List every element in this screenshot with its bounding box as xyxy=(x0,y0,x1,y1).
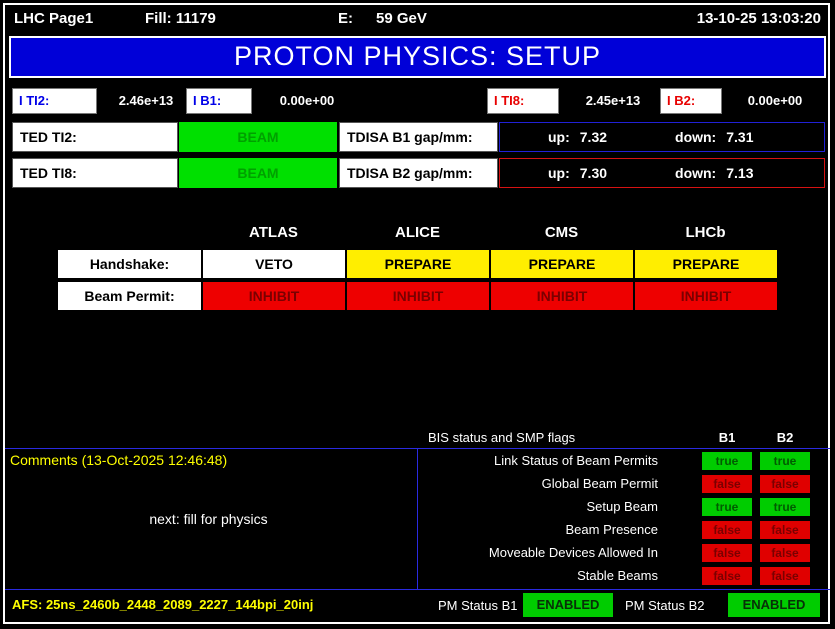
bis-row-label: Setup Beam xyxy=(586,499,658,514)
bis-flag-b1: true xyxy=(702,452,752,470)
beam-permit-row-label: Beam Permit: xyxy=(57,281,202,311)
handshake-atlas: VETO xyxy=(202,249,346,279)
lhc-page1-display: LHC Page1 Fill: 11179 E: 59 GeV 13-10-25… xyxy=(0,0,835,629)
bis-row-label: Link Status of Beam Permits xyxy=(493,453,658,468)
column-cms: CMS xyxy=(544,224,579,241)
handshake-row-label: Handshake: xyxy=(57,249,202,279)
energy-value: 59 GeV xyxy=(376,10,427,27)
ted-ti2-status: BEAM xyxy=(179,122,337,152)
tdisa-b1-up-value: 7.32 xyxy=(579,129,608,145)
pm-status-b2-label: PM Status B2 xyxy=(625,598,705,613)
bis-flag-b2: true xyxy=(760,498,810,516)
beam-permit-cms: INHIBIT xyxy=(490,281,634,311)
intensity-b2-label: I B2: xyxy=(660,88,722,114)
pm-status-b1-value: ENABLED xyxy=(523,593,613,617)
bis-title: BIS status and SMP flags xyxy=(428,430,576,445)
bis-flag-b1: false xyxy=(702,567,752,585)
intensity-ti2-value: 2.46e+13 xyxy=(118,93,174,108)
bis-flag-b1: false xyxy=(702,544,752,562)
energy-label: E: xyxy=(338,10,353,27)
tdisa-b1-up-label: up: xyxy=(548,129,570,145)
beam-permit-atlas: INHIBIT xyxy=(202,281,346,311)
page-title: LHC Page1 xyxy=(14,10,94,27)
tdisa-b2-gap-label: TDISA B2 gap/mm: xyxy=(339,158,498,188)
bis-row-label: Global Beam Permit xyxy=(541,476,658,491)
bis-b2-header: B2 xyxy=(776,430,794,445)
bis-row-label: Beam Presence xyxy=(565,522,659,537)
beam-permit-lhcb: INHIBIT xyxy=(634,281,778,311)
tdisa-b2-gap-values: up: 7.30 down: 7.13 xyxy=(499,158,825,188)
intensity-b1-value: 0.00e+00 xyxy=(279,93,335,108)
comments-title: Comments (13-Oct-2025 12:46:48) xyxy=(10,452,228,468)
tdisa-b1-gap-values: up: 7.32 down: 7.31 xyxy=(499,122,825,152)
mode-banner: PROTON PHYSICS: SETUP xyxy=(9,36,826,78)
ted-ti8-status: BEAM xyxy=(179,158,337,188)
bis-row-label: Stable Beams xyxy=(577,568,658,583)
footer-divider xyxy=(5,589,830,590)
intensity-ti8-value: 2.45e+13 xyxy=(585,93,641,108)
handshake-lhcb: PREPARE xyxy=(634,249,778,279)
intensity-b2-value: 0.00e+00 xyxy=(747,93,803,108)
pm-status-b1-label: PM Status B1 xyxy=(438,598,518,613)
tdisa-b1-down-label: down: xyxy=(675,129,717,145)
bis-flag-b2: false xyxy=(760,567,810,585)
tdisa-b2-up-value: 7.30 xyxy=(579,165,608,181)
bis-flag-b2: false xyxy=(760,544,810,562)
bis-flag-b2: false xyxy=(760,475,810,493)
beam-permit-alice: INHIBIT xyxy=(346,281,490,311)
pm-status-b2-value: ENABLED xyxy=(728,593,820,617)
bis-flag-b1: false xyxy=(702,521,752,539)
comments-text: next: fill for physics xyxy=(149,511,268,527)
fill-number: Fill: 11179 xyxy=(145,10,216,27)
bis-flag-b2: true xyxy=(760,452,810,470)
bis-row-label: Moveable Devices Allowed In xyxy=(488,545,658,560)
handshake-cms: PREPARE xyxy=(490,249,634,279)
column-alice: ALICE xyxy=(395,224,440,241)
tdisa-b1-down-value: 7.31 xyxy=(726,129,754,145)
column-atlas: ATLAS xyxy=(249,224,298,241)
afs-scheme: AFS: 25ns_2460b_2448_2089_2227_144bpi_20… xyxy=(12,597,314,612)
bis-b1-header: B1 xyxy=(718,430,736,445)
tdisa-b1-gap-label: TDISA B1 gap/mm: xyxy=(339,122,498,152)
bis-flag-b1: true xyxy=(702,498,752,516)
bis-flag-b1: false xyxy=(702,475,752,493)
intensity-ti2-label: I TI2: xyxy=(12,88,97,114)
column-lhcb: LHCb xyxy=(685,224,726,241)
tdisa-b2-down-value: 7.13 xyxy=(726,165,754,181)
intensity-b1-label: I B1: xyxy=(186,88,252,114)
ted-ti2-label: TED TI2: xyxy=(12,122,178,152)
ted-ti8-label: TED TI8: xyxy=(12,158,178,188)
bis-flag-b2: false xyxy=(760,521,810,539)
handshake-alice: PREPARE xyxy=(346,249,490,279)
tdisa-b2-up-label: up: xyxy=(548,165,570,181)
comments-bis-divider xyxy=(417,448,418,589)
tdisa-b2-down-label: down: xyxy=(675,165,717,181)
datetime: 13-10-25 13:03:20 xyxy=(696,10,821,27)
intensity-ti8-label: I TI8: xyxy=(487,88,559,114)
